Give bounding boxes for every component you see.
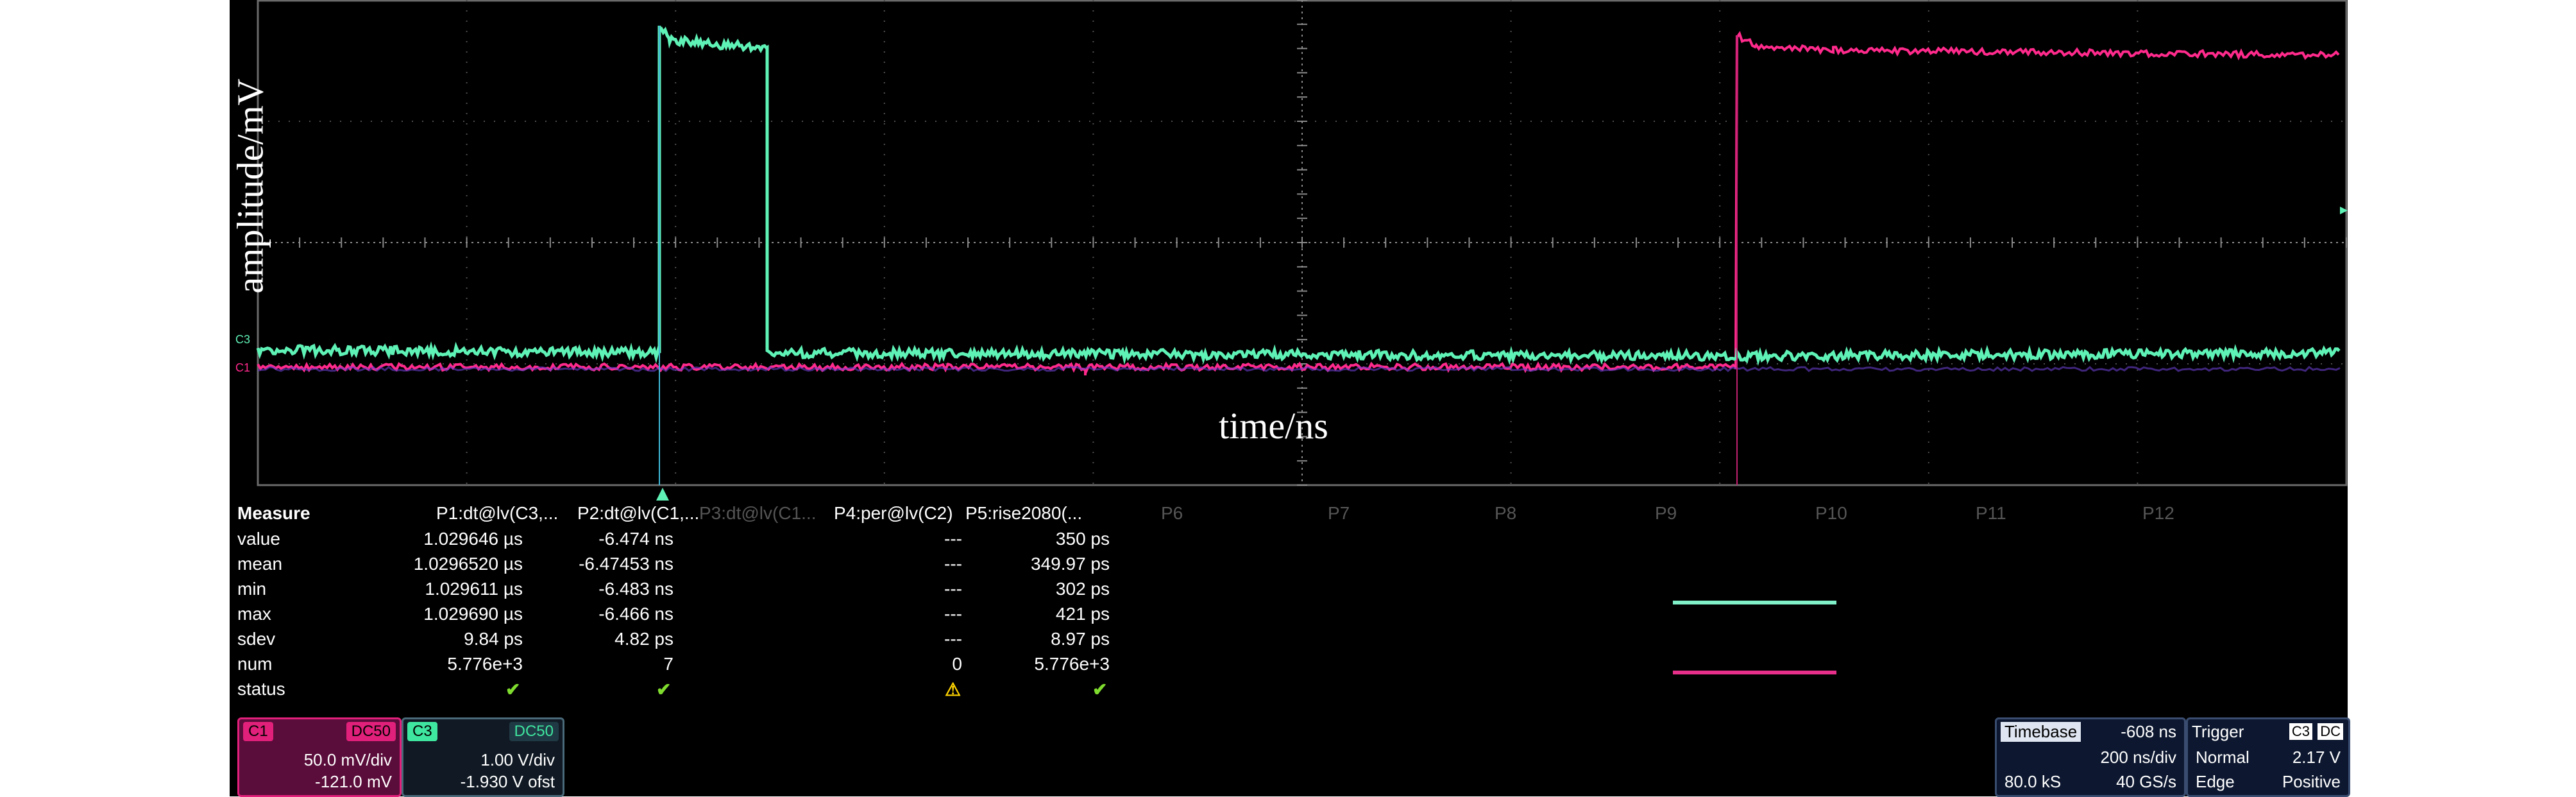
x-axis-label: time/ns <box>1219 404 1328 447</box>
coupling-c3: DC50 <box>509 722 559 741</box>
measure-param-header[interactable]: P5:rise2080(... <box>965 503 1082 524</box>
measure-value-p2: -6.483 ns <box>481 579 674 599</box>
measure-param-header[interactable]: P9 <box>1655 503 1677 524</box>
status-ok-icon: ✔ <box>656 679 671 700</box>
measure-param-header[interactable]: P8 <box>1495 503 1516 524</box>
measure-row-label: min <box>237 579 266 599</box>
trace-feedback-pulse <box>258 26 2339 361</box>
channel-tag-c3: C3 <box>407 722 437 741</box>
legend-label-feedback: feedback pulse <box>1854 575 2083 619</box>
trigger-type: Edge <box>2196 772 2235 792</box>
measure-row-label: value <box>237 529 280 549</box>
measure-row-label: sdev <box>237 629 275 649</box>
measure-value-p2: 7 <box>481 654 674 674</box>
trigger-label: Trigger <box>2192 722 2244 742</box>
measure-row-label: status <box>237 679 285 699</box>
scale-c1: 50.0 mV/div <box>304 750 392 770</box>
measure-row-label: mean <box>237 554 282 574</box>
legend-line-feedback <box>1673 601 1836 604</box>
measure-param-header[interactable]: P1:dt@lv(C3,... <box>436 503 558 524</box>
trigger-box[interactable]: Trigger C3 DC Normal 2.17 V Edge Positiv… <box>2186 717 2350 797</box>
scale-c3: 1.00 V/div <box>480 750 555 770</box>
y-axis-label-wrap: amplitude/mV <box>225 58 276 314</box>
status-ok-icon: ✔ <box>1092 679 1107 700</box>
offset-c3: -1.930 V ofst <box>461 772 555 792</box>
measure-param-header[interactable]: P4:per@lv(C2) <box>834 503 953 524</box>
measure-param-header[interactable]: P2:dt@lv(C1,... <box>577 503 699 524</box>
measure-param-header[interactable]: P12 <box>2142 503 2174 524</box>
trigger-slope: Positive <box>2282 772 2341 792</box>
channel-box-c3[interactable]: C3 DC50 1.00 V/div -1.930 V ofst <box>402 717 564 797</box>
measure-value-p5: 350 ps <box>917 529 1110 549</box>
timebase-samples: 80.0 kS <box>2004 772 2061 792</box>
measure-param-header[interactable]: P6 <box>1161 503 1183 524</box>
channel-marker-c1: C1 <box>235 361 250 375</box>
measure-value-p2: 4.82 ps <box>481 629 674 649</box>
measure-value-p5: 5.776e+3 <box>917 654 1110 674</box>
measure-row-label: num <box>237 654 272 674</box>
measure-value-p5: 421 ps <box>917 604 1110 624</box>
trigger-source: C3 <box>2289 723 2312 740</box>
timebase-label: Timebase <box>2001 722 2081 742</box>
measure-title: Measure <box>237 503 310 524</box>
channel-box-c1[interactable]: C1 DC50 50.0 mV/div -121.0 mV <box>237 717 402 797</box>
measure-param-header[interactable]: P11 <box>1976 503 2006 524</box>
timebase-delay: -608 ns <box>2121 722 2176 742</box>
channel-marker-c3: C3 <box>235 333 250 347</box>
measure-value-p2: -6.474 ns <box>481 529 674 549</box>
legend-line-rst <box>1673 671 1836 674</box>
measure-param-header[interactable]: P10 <box>1815 503 1847 524</box>
trigger-mode: Normal <box>2196 748 2250 767</box>
waveform-plot <box>230 0 2348 796</box>
coupling-c1: DC50 <box>346 722 396 741</box>
status-ok-icon: ✔ <box>505 679 520 700</box>
trigger-coupling: DC <box>2318 723 2343 740</box>
measure-value-p5: 302 ps <box>917 579 1110 599</box>
measure-param-header[interactable]: P7 <box>1328 503 1350 524</box>
y-axis-label: amplitude/mV <box>229 78 272 293</box>
measure-value-p5: 8.97 ps <box>917 629 1110 649</box>
measure-value-p5: 349.97 ps <box>917 554 1110 574</box>
timebase-scale: 200 ns/div <box>2100 748 2176 767</box>
measure-row-label: max <box>237 604 271 624</box>
trigger-level: 2.17 V <box>2292 748 2341 767</box>
legend-label-rst: RST <box>1854 645 1924 689</box>
offset-c1: -121.0 mV <box>315 772 392 792</box>
trigger-position-marker <box>656 488 669 501</box>
status-warning-icon: ⚠ <box>945 679 961 700</box>
trace-aux <box>258 367 2340 371</box>
measure-value-p2: -6.47453 ns <box>481 554 674 574</box>
timebase-box[interactable]: Timebase -608 ns 200 ns/div 80.0 kS 40 G… <box>1995 717 2186 797</box>
measure-param-header[interactable]: P3:dt@lv(C1... <box>699 503 816 524</box>
oscilloscope-screen <box>230 0 2348 796</box>
channel-tag-c1: C1 <box>243 722 273 741</box>
trace-rst <box>258 34 2339 376</box>
timebase-rate: 40 GS/s <box>2116 772 2176 792</box>
measure-value-p2: -6.466 ns <box>481 604 674 624</box>
